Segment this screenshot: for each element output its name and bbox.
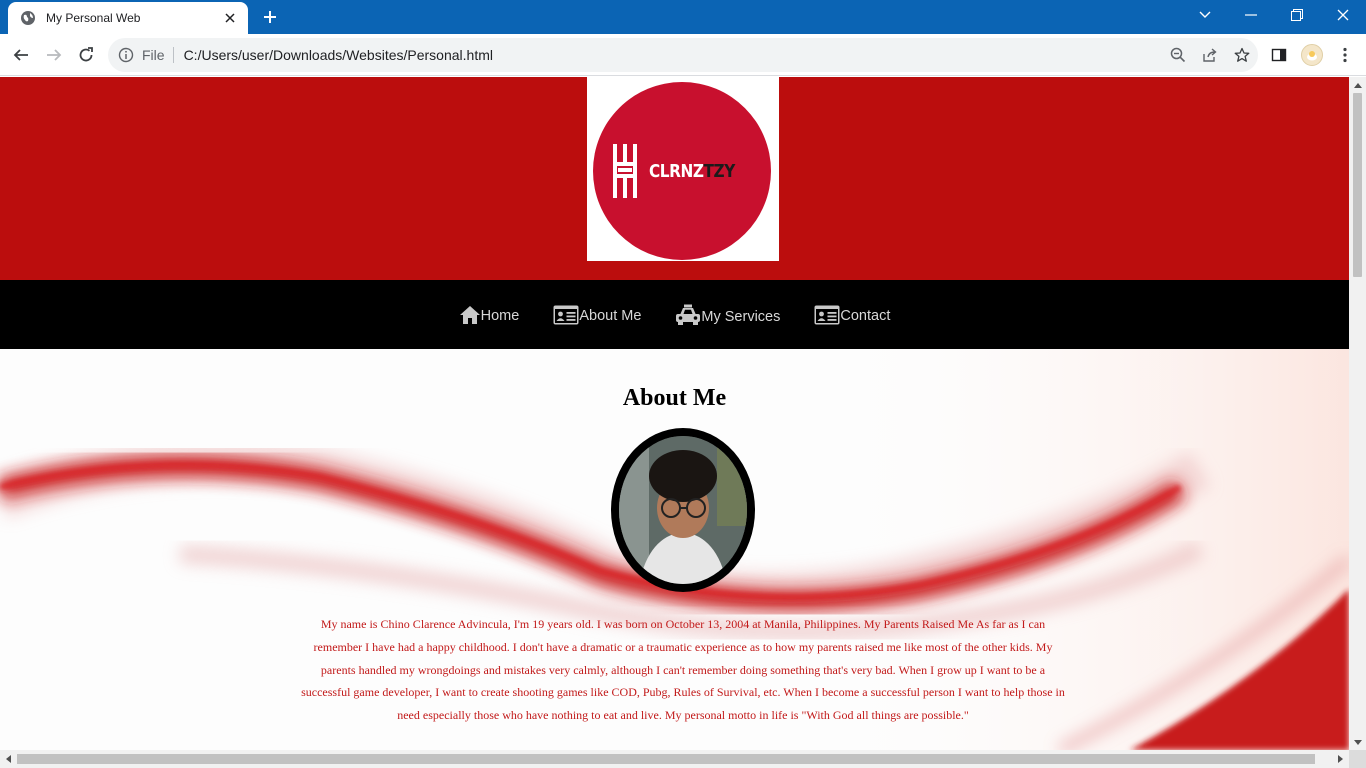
about-title: About Me — [622, 385, 727, 411]
browser-tab[interactable]: My Personal Web — [8, 2, 248, 34]
new-tab-button[interactable] — [258, 6, 282, 28]
bookmark-star-icon[interactable] — [1226, 40, 1258, 70]
profile-photo — [611, 428, 755, 592]
nav-services-label: My Services — [701, 308, 781, 325]
horizontal-scrollbar[interactable] — [0, 750, 1349, 768]
menu-kebab-icon[interactable] — [1330, 40, 1360, 70]
share-icon[interactable] — [1194, 40, 1226, 70]
browser-toolbar: File C:/Users/user/Downloads/Websites/Pe… — [0, 34, 1366, 76]
horizontal-scroll-thumb[interactable] — [17, 754, 1315, 764]
logo[interactable]: CLRNZ TZY — [587, 77, 779, 261]
avatar — [1301, 44, 1323, 66]
reload-button[interactable] — [71, 40, 101, 70]
nav-about-me[interactable]: About Me — [553, 305, 641, 325]
scrollbar-corner — [1349, 750, 1366, 768]
forward-button[interactable] — [39, 40, 69, 70]
vertical-scrollbar[interactable] — [1349, 77, 1366, 750]
url-text[interactable]: C:/Users/user/Downloads/Websites/Persona… — [184, 47, 1162, 63]
logo-mark-icon — [613, 144, 638, 198]
logo-text-light: CLRNZ — [649, 160, 705, 182]
tab-close-icon[interactable] — [222, 10, 238, 26]
tab-title: My Personal Web — [46, 11, 141, 25]
side-panel-icon[interactable] — [1264, 40, 1294, 70]
close-window-button[interactable] — [1320, 0, 1366, 30]
restore-button[interactable] — [1274, 0, 1320, 30]
back-button[interactable] — [6, 40, 36, 70]
logo-circle: CLRNZ TZY — [593, 82, 771, 260]
zoom-icon[interactable] — [1162, 40, 1194, 70]
site-header: CLRNZ TZY — [0, 77, 1349, 280]
tab-search-chevron-icon[interactable] — [1182, 0, 1228, 30]
info-icon[interactable] — [118, 47, 134, 63]
globe-icon — [20, 10, 36, 26]
minimize-button[interactable] — [1228, 0, 1274, 30]
id-card-icon — [553, 305, 579, 324]
contact-card-icon — [814, 305, 840, 324]
taxi-icon — [676, 304, 701, 325]
scroll-left-arrow-icon[interactable] — [0, 750, 17, 768]
nav-home-label: Home — [480, 307, 520, 324]
vertical-scroll-thumb[interactable] — [1353, 93, 1362, 277]
about-paragraph: My name is Chino Clarence Advincula, I'm… — [301, 617, 1065, 723]
nav-my-services[interactable]: My Services — [675, 304, 780, 326]
profile-button[interactable] — [1297, 40, 1327, 70]
home-icon — [459, 305, 480, 324]
browser-titlebar: My Personal Web — [0, 0, 1366, 34]
scheme-label: File — [142, 47, 174, 63]
about-section: About Me My name is Chino Clarence Advin… — [0, 349, 1349, 750]
logo-text: CLRNZ TZY — [649, 161, 735, 182]
nav-home[interactable]: Home — [459, 305, 520, 325]
nav-contact[interactable]: Contact — [814, 305, 890, 325]
scroll-up-arrow-icon[interactable] — [1349, 77, 1366, 93]
scroll-down-arrow-icon[interactable] — [1349, 734, 1366, 750]
scroll-right-arrow-icon[interactable] — [1332, 750, 1349, 768]
page-viewport: CLRNZ TZY Home About Me My Services Cont… — [0, 77, 1349, 750]
logo-text-dark: TZY — [704, 160, 736, 182]
site-navigation: Home About Me My Services Contact — [0, 280, 1349, 349]
nav-contact-label: Contact — [840, 307, 891, 324]
nav-about-label: About Me — [579, 307, 642, 324]
address-bar[interactable]: File C:/Users/user/Downloads/Websites/Pe… — [108, 38, 1258, 72]
